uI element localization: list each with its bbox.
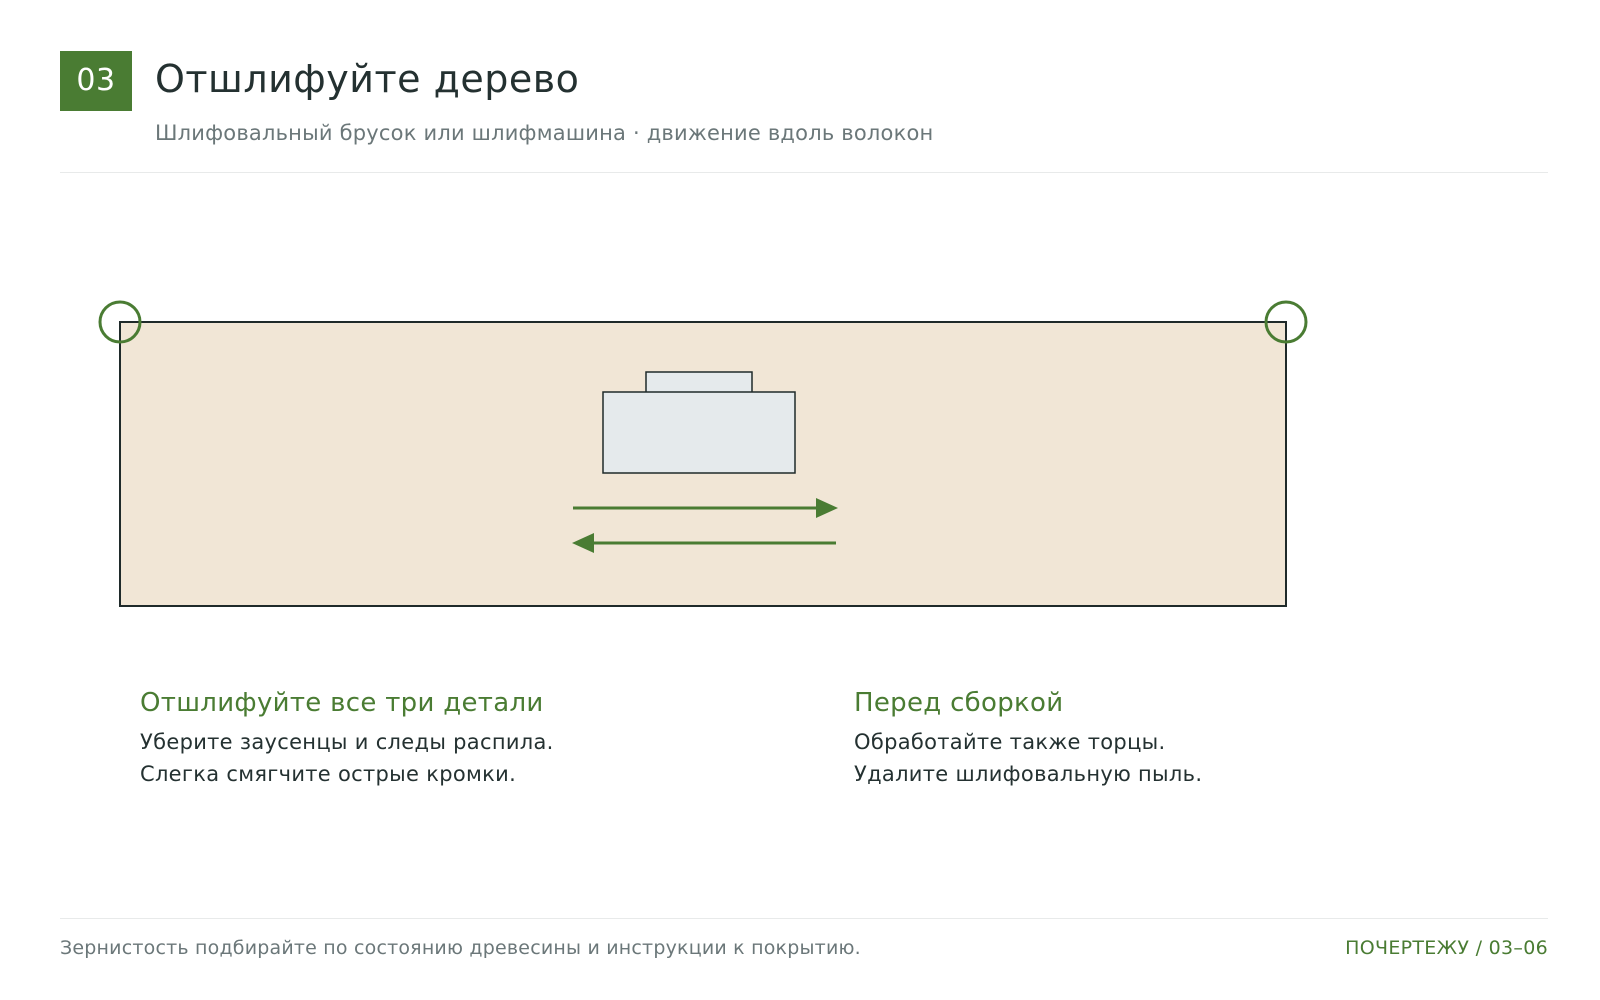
- note-heading: Перед сборкой: [854, 688, 1064, 718]
- note-heading: Отшлифуйте все три детали: [140, 688, 544, 718]
- note-line: Уберите заусенцы и следы распила.: [140, 730, 554, 754]
- note-line: Удалите шлифовальную пыль.: [854, 762, 1203, 786]
- note-before-assembly: Перед сборкой Обработайте также торцы. У…: [854, 685, 1474, 790]
- footer-page-reference: ПОЧЕРТЕЖУ / 03–06: [1345, 937, 1548, 959]
- instruction-page: 03 Отшлифуйте дерево Шлифовальный брусок…: [0, 0, 1600, 1000]
- note-line: Обработайте также торцы.: [854, 730, 1166, 754]
- footer-note: Зернистость подбирайте по состоянию древ…: [60, 937, 861, 959]
- sanding-illustration: [98, 300, 1308, 607]
- note-sand-all-parts: Отшлифуйте все три детали Уберите заусен…: [140, 685, 760, 790]
- footer-divider: [60, 918, 1548, 919]
- note-line: Слегка смягчите острые кромки.: [140, 762, 517, 786]
